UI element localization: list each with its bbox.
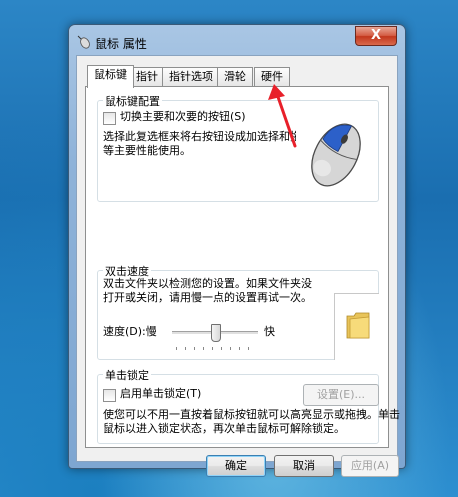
button-config-description: 等主要性能使用。 xyxy=(103,144,191,157)
double-click-speed-group: 双击速度 双击文件夹以检测您的设置。如果文件夹没 打开或关闭，请用慢一点的设置再… xyxy=(97,263,379,360)
double-click-description: 双击文件夹以检测您的设置。如果文件夹没 xyxy=(103,277,312,290)
close-icon: X xyxy=(370,28,382,43)
slider-tick xyxy=(185,347,186,350)
tab-label: 鼠标键 xyxy=(94,68,127,81)
slider-tick xyxy=(248,347,249,350)
tab-label: 指针 xyxy=(136,70,158,83)
click-lock-label[interactable]: 启用单击锁定(T) xyxy=(120,387,201,401)
slider-tick xyxy=(212,347,213,350)
switch-buttons-label[interactable]: 切换主要和次要的按钮(S) xyxy=(120,110,246,124)
dialog-client-area: 鼠标键 指针 指针选项 滑轮 硬件 鼠标键配置 切换主要和次要的按钮(S) 选择… xyxy=(76,55,400,477)
switch-buttons-checkbox[interactable] xyxy=(103,112,116,125)
button-config-title: 鼠标键配置 xyxy=(103,93,162,109)
click-lock-checkbox[interactable] xyxy=(103,389,116,402)
speed-fast-label: 快 xyxy=(264,325,275,338)
title-bar[interactable]: 鼠标 属性 X xyxy=(69,25,405,55)
click-lock-title: 单击锁定 xyxy=(103,367,151,383)
click-lock-description: 鼠标以进入锁定状态，再次单击鼠标可解除锁定。 xyxy=(103,422,345,435)
tab-buttons[interactable]: 鼠标键 xyxy=(87,65,134,88)
double-click-slider-thumb[interactable] xyxy=(211,324,221,342)
speed-slow-label: 速度(D):慢 xyxy=(103,325,157,338)
slider-tick xyxy=(203,347,204,350)
apply-button[interactable]: 应用(A) xyxy=(341,455,399,477)
tab-label: 指针选项 xyxy=(169,70,213,83)
mouse-illustration xyxy=(296,109,376,195)
mouse-properties-window: 鼠标 属性 X 鼠标键 指针 指针选项 滑轮 硬件 鼠标键配置 切换主要和次要的… xyxy=(68,24,406,477)
cancel-button[interactable]: 取消 xyxy=(274,455,334,477)
test-folder-area[interactable] xyxy=(334,293,379,360)
slider-tick xyxy=(194,347,195,350)
slider-tick xyxy=(221,347,222,350)
click-lock-group: 单击锁定 启用单击锁定(T) 设置(E)... 使您可以不用一直按着鼠标按钮就可… xyxy=(97,367,400,444)
tab-wheel[interactable]: 滑轮 xyxy=(217,67,253,86)
tab-label: 滑轮 xyxy=(224,70,246,83)
slider-tick xyxy=(176,347,177,350)
mouse-app-icon xyxy=(77,35,90,49)
annotation-arrow-icon xyxy=(268,84,297,148)
button-config-group: 鼠标键配置 切换主要和次要的按钮(S) 选择此复选框来将右按钮设成加选择和拖放 … xyxy=(97,93,379,202)
tab-pointer-options[interactable]: 指针选项 xyxy=(162,67,220,86)
slider-tick xyxy=(230,347,231,350)
click-lock-settings-button[interactable]: 设置(E)... xyxy=(303,384,379,406)
window-title: 鼠标 属性 xyxy=(95,37,147,51)
close-button[interactable]: X xyxy=(355,26,397,46)
ok-button[interactable]: 确定 xyxy=(206,455,266,477)
double-click-description: 打开或关闭，请用慢一点的设置再试一次。 xyxy=(103,291,312,304)
folder-icon xyxy=(346,312,370,339)
tab-pointers[interactable]: 指针 xyxy=(129,67,165,86)
click-lock-description: 使您可以不用一直按着鼠标按钮就可以高亮显示或拖拽。单击 xyxy=(103,408,400,421)
buttons-tab-panel: 鼠标键配置 切换主要和次要的按钮(S) 选择此复选框来将右按钮设成加选择和拖放 … xyxy=(85,86,400,448)
slider-tick xyxy=(239,347,240,350)
